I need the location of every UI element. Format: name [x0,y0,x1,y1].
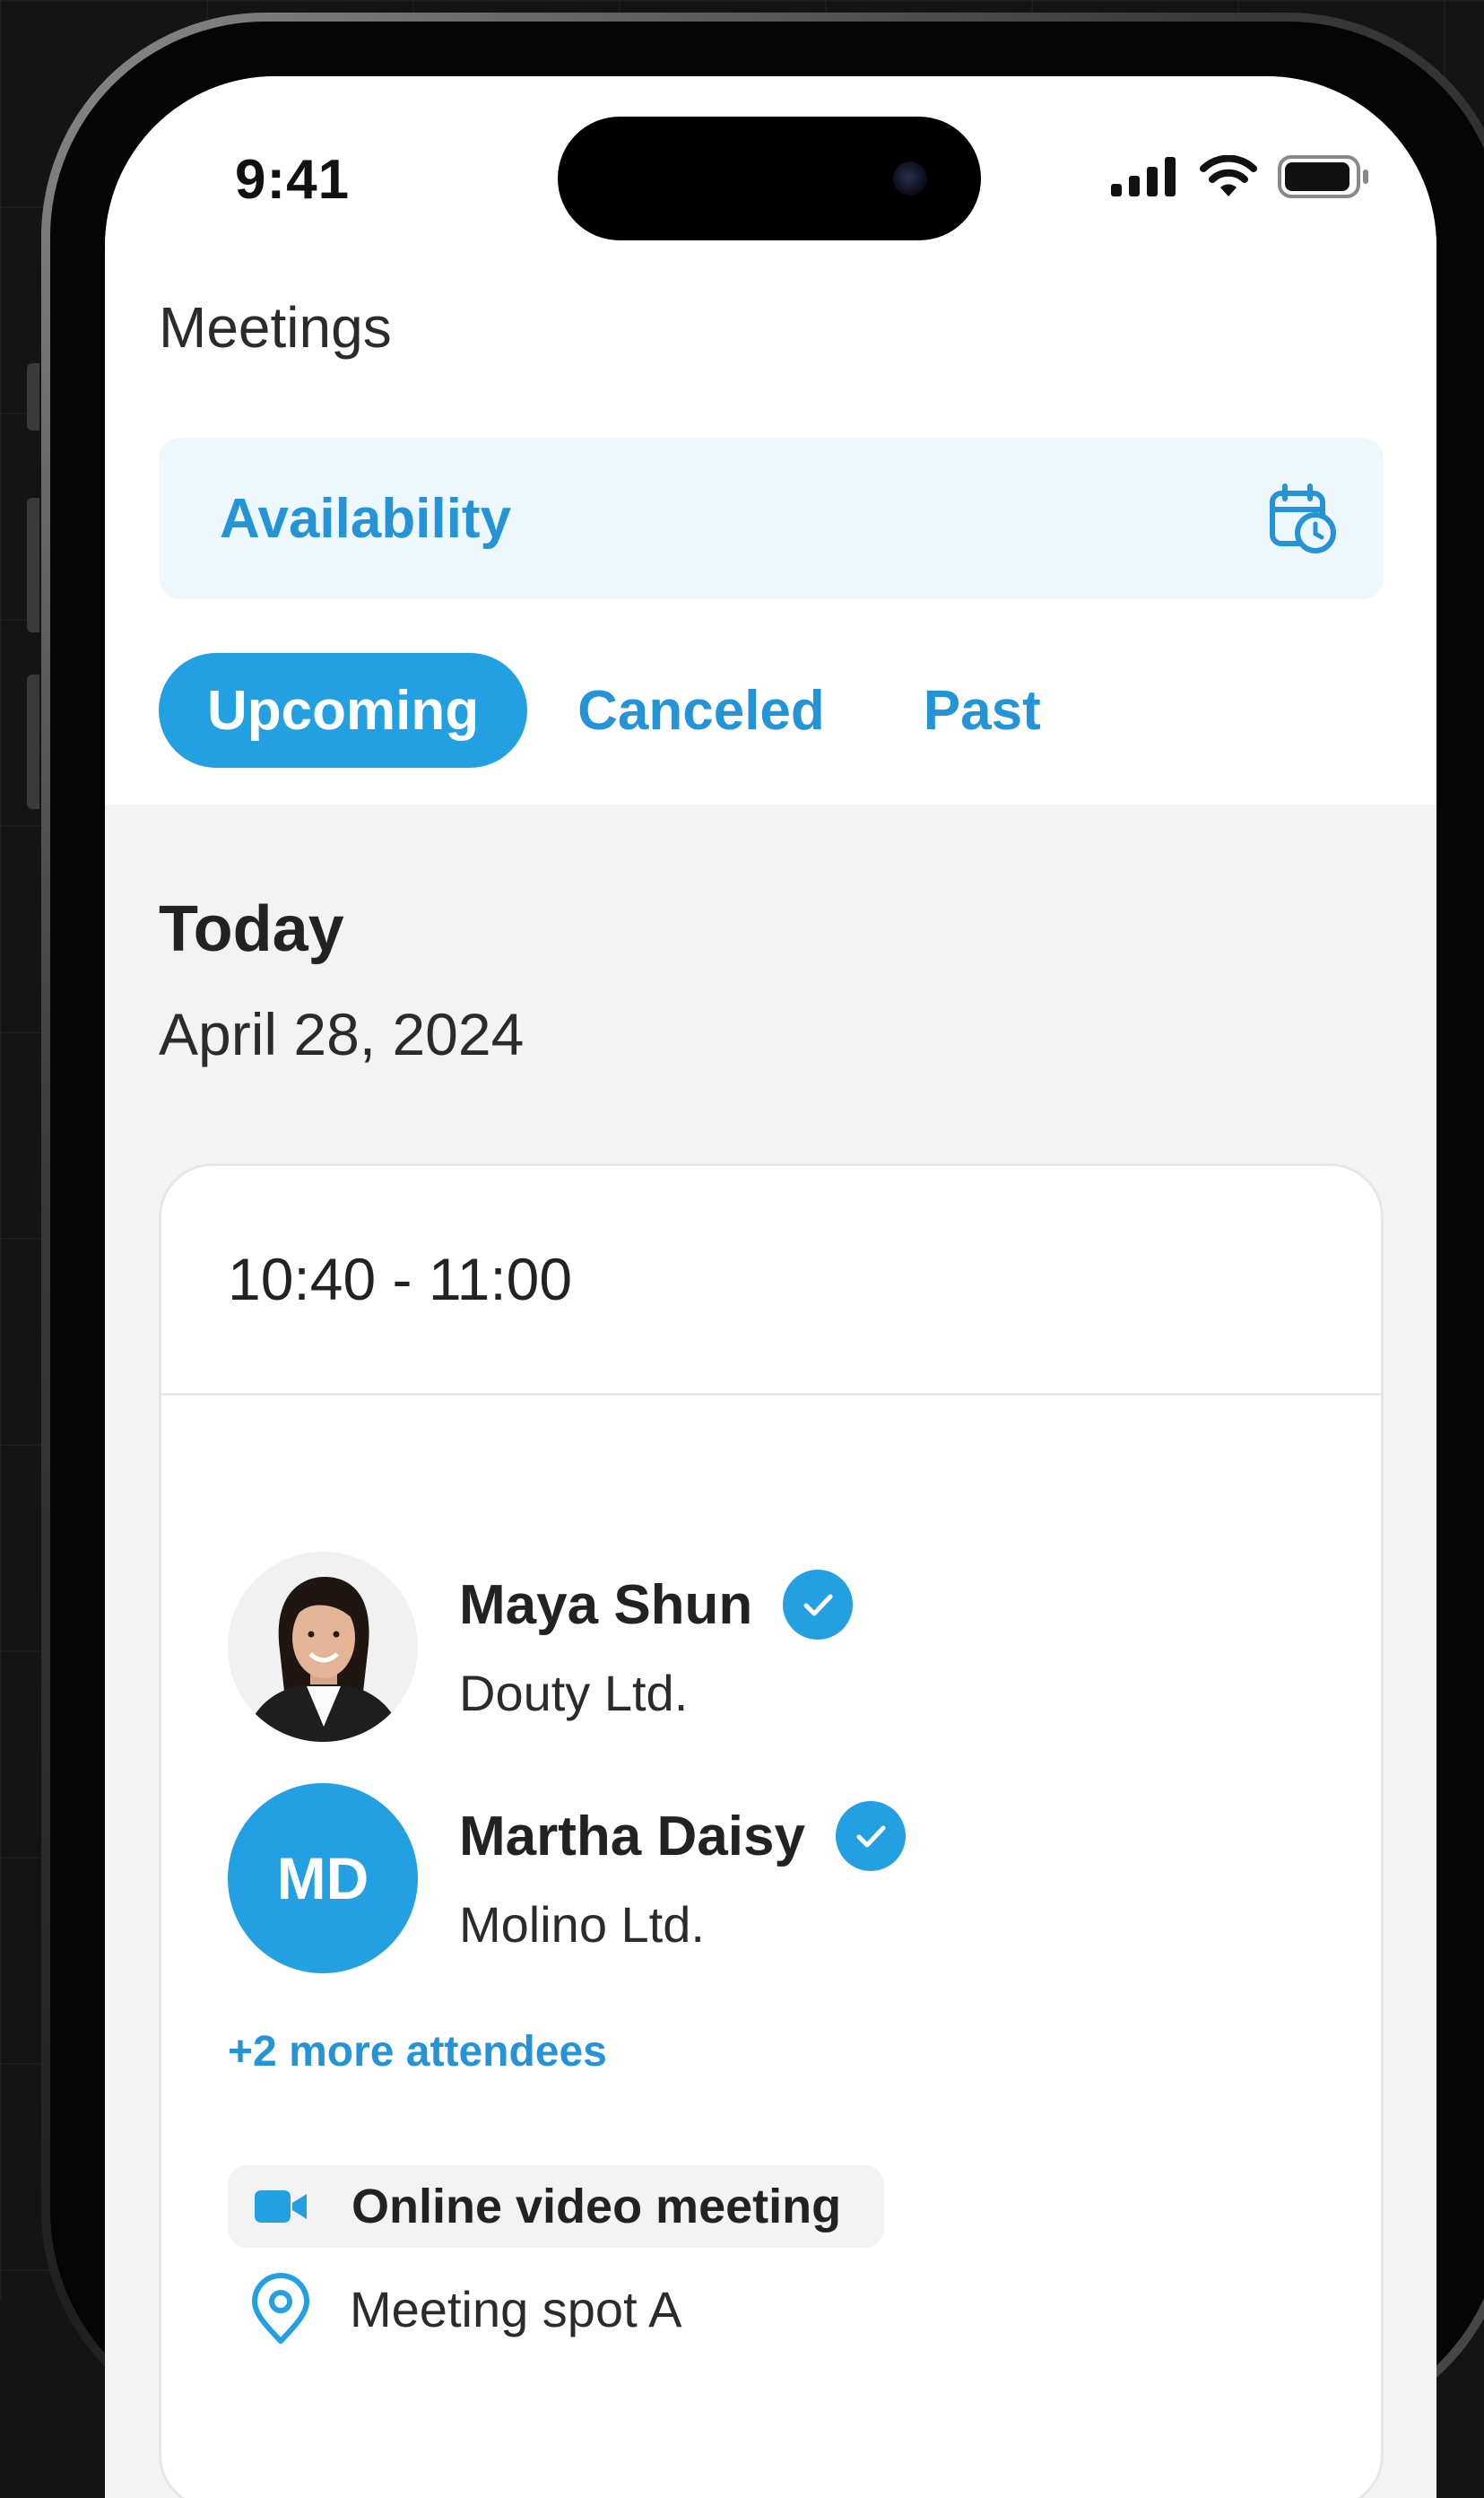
tab-canceled[interactable]: Canceled [552,653,850,768]
day-label: Today [159,892,344,966]
meeting-tabs: Upcoming Canceled Past [159,653,1041,768]
meeting-card[interactable]: 10:40 - 11:00 [159,1163,1384,2498]
wifi-icon [1199,155,1258,198]
status-icons [1111,150,1371,204]
avatar: MD [228,1783,418,1973]
meeting-type-chip: Online video meeting [228,2165,884,2248]
volume-down-button [27,675,39,809]
attendee-name-row: Martha Daisy [459,1801,906,1871]
location-label: Meeting spot A [350,2280,681,2338]
location-pin-icon [249,2273,312,2345]
attendee-name: Martha Daisy [459,1805,805,1868]
availability-button[interactable]: Availability [159,438,1384,599]
video-camera-icon [255,2187,308,2226]
tab-past[interactable]: Past [924,653,1041,768]
camera-icon [893,161,927,196]
page-title: Meetings [159,294,392,361]
attendee-company: Molino Ltd. [459,1895,705,1954]
meeting-time: 10:40 - 11:00 [228,1245,572,1313]
status-time: 9:41 [235,148,350,212]
tab-upcoming[interactable]: Upcoming [159,653,527,768]
attendee-company: Douty Ltd. [459,1664,688,1722]
attendee-row[interactable]: MD Martha Daisy Molino Ltd. [228,1783,1304,1973]
battery-icon [1278,155,1371,198]
attendee-row[interactable]: Maya Shun Douty Ltd. [228,1552,1304,1742]
divider [161,1393,1381,1396]
meeting-type-label: Online video meeting [351,2179,841,2234]
day-date: April 28, 2024 [159,1000,524,1068]
action-button [27,363,39,431]
app-screen: 9:41 Meetings Availability [105,76,1436,2498]
dynamic-island [558,117,981,240]
location-row: Meeting spot A [228,2273,681,2345]
availability-label: Availability [220,487,511,551]
attendee-name: Maya Shun [459,1573,752,1637]
calendar-clock-icon [1267,483,1339,554]
person-photo [228,1552,418,1742]
verified-icon [836,1801,906,1871]
avatar [228,1552,418,1742]
volume-up-button [27,498,39,632]
more-attendees-link[interactable]: +2 more attendees [228,2027,607,2076]
attendee-name-row: Maya Shun [459,1570,853,1640]
signal-icon [1111,157,1179,196]
verified-icon [783,1570,853,1640]
